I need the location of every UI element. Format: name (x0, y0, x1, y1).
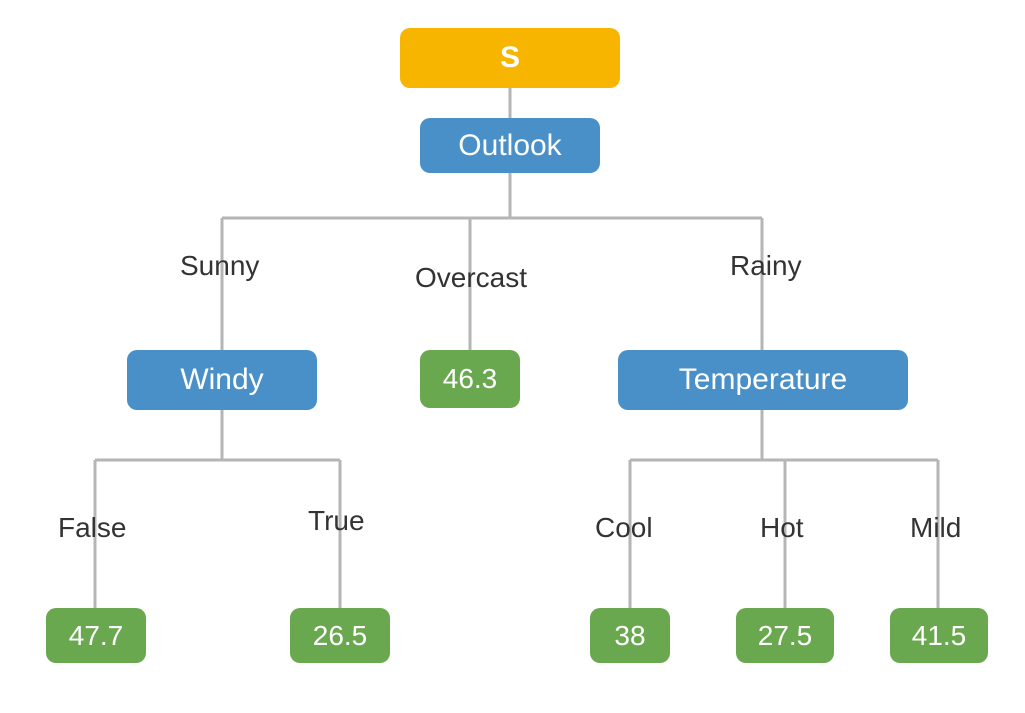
attr-label: Windy (180, 363, 263, 397)
edge-label-temp-cool: Cool (595, 512, 653, 544)
edge-label-temp-mild: Mild (910, 512, 961, 544)
edge-label-windy-false: False (58, 512, 126, 544)
edge-label-windy-true: True (308, 505, 365, 537)
leaf-value: 27.5 (758, 620, 813, 652)
leaf-node-overcast: 46.3 (420, 350, 520, 408)
edge-label-overcast: Overcast (415, 262, 527, 294)
root-label: S (500, 41, 520, 75)
leaf-value: 38 (614, 620, 645, 652)
edge-label-rainy: Rainy (730, 250, 802, 282)
leaf-node-temp-hot: 27.5 (736, 608, 834, 663)
attr-label: Outlook (458, 129, 561, 163)
leaf-value: 46.3 (443, 363, 498, 395)
leaf-node-windy-true: 26.5 (290, 608, 390, 663)
attr-node-temperature: Temperature (618, 350, 908, 410)
leaf-node-windy-false: 47.7 (46, 608, 146, 663)
decision-tree-diagram: S Outlook Sunny Overcast Rainy Windy 46.… (0, 0, 1025, 713)
attr-label: Temperature (679, 363, 847, 397)
leaf-value: 41.5 (912, 620, 967, 652)
leaf-value: 26.5 (313, 620, 368, 652)
attr-node-outlook: Outlook (420, 118, 600, 173)
leaf-value: 47.7 (69, 620, 124, 652)
edge-label-sunny: Sunny (180, 250, 259, 282)
edge-label-temp-hot: Hot (760, 512, 804, 544)
attr-node-windy: Windy (127, 350, 317, 410)
leaf-node-temp-cool: 38 (590, 608, 670, 663)
leaf-node-temp-mild: 41.5 (890, 608, 988, 663)
root-node: S (400, 28, 620, 88)
